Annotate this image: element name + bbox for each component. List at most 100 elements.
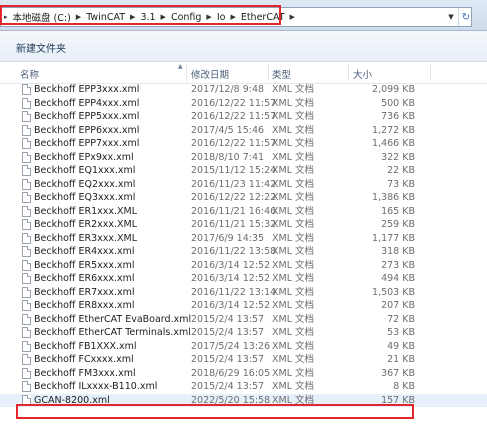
file-row[interactable]: Beckhoff EQ3xxx.xml 2016/12/22 12:22 XML 文… [0, 191, 487, 205]
file-date: 2016/3/14 12:52 [191, 259, 271, 271]
file-row[interactable]: Beckhoff EPx9xx.xml 2018/8/10 7:41 XML 文档 3… [0, 151, 487, 165]
file-row[interactable]: Beckhoff EQ1xxx.xml 2015/11/12 15:24 XML 文… [0, 164, 487, 178]
file-row[interactable]: Beckhoff FB1XXX.xml 2017/5/24 13:26 XML 文档… [0, 340, 487, 354]
file-type: XML 文档 [272, 246, 315, 257]
file-row[interactable]: Beckhoff ER7xxx.xml 2016/11/22 13:14 XML 文… [0, 286, 487, 300]
file-size: 500 KB [381, 97, 415, 109]
file-row[interactable]: Beckhoff FCxxxx.xml 2015/2/4 13:57 XML 文档 2… [0, 353, 487, 367]
file-row[interactable]: Beckhoff ER1xxx.XML 2016/11/21 16:46 XML 文… [0, 205, 487, 219]
file-name: GCAN-8200.xml [34, 394, 110, 406]
breadcrumb-io[interactable]: Io [215, 12, 228, 23]
file-name: Beckhoff FM3xxx.xml [34, 367, 136, 379]
file-row[interactable]: Beckhoff FM3xxx.xml 2018/6/29 16:05 XML 文档… [0, 367, 487, 381]
file-date: 2015/11/12 15:24 [191, 165, 277, 176]
file-size: 1,386 KB [372, 192, 415, 203]
file-date: 2016/11/21 16:46 [191, 205, 277, 217]
breadcrumb-config[interactable]: Config [169, 12, 203, 23]
file-row[interactable]: Beckhoff EQ2xxx.xml 2016/11/23 11:42 XML 文… [0, 178, 487, 192]
file-size: 165 KB [381, 205, 415, 217]
file-size: 322 KB [381, 151, 415, 163]
file-type: XML 文档 [272, 273, 315, 284]
column-date[interactable]: 修改日期 [191, 67, 229, 81]
file-size: 367 KB [381, 367, 415, 379]
file-type: XML 文档 [272, 340, 315, 352]
file-type: XML 文档 [272, 97, 315, 109]
column-divider[interactable] [430, 64, 431, 81]
file-row[interactable]: Beckhoff ER2xxx.XML 2016/11/21 15:32 XML 文… [0, 218, 487, 232]
breadcrumb-twincat[interactable]: TwinCAT [84, 12, 127, 23]
file-date: 2015/2/4 13:57 [191, 354, 265, 365]
file-name: Beckhoff ILxxxx-B110.xml [34, 381, 158, 392]
column-header: ▲ 名称 修改日期 类型 大小 [0, 62, 487, 84]
breadcrumb-separator[interactable]: ▶ [203, 13, 214, 21]
file-row[interactable]: Beckhoff EPP7xxx.xml 2016/12/22 11:57 XML … [0, 137, 487, 151]
file-row[interactable]: Beckhoff ER6xxx.xml 2016/3/14 12:52 XML 文档… [0, 272, 487, 286]
column-name[interactable]: 名称 [20, 67, 39, 81]
file-name: Beckhoff EPP3xxx.xml [34, 84, 140, 95]
column-divider[interactable] [186, 64, 187, 81]
file-date: 2018/6/29 16:05 [191, 367, 271, 379]
breadcrumb-separator[interactable]: ▶ [73, 13, 84, 21]
file-date: 2015/2/4 13:57 [191, 313, 265, 325]
breadcrumb-left-arrow[interactable]: ▸ [1, 13, 11, 21]
file-row[interactable]: Beckhoff EPP6xxx.xml 2017/4/5 15:46 XML 文档… [0, 124, 487, 138]
column-divider[interactable] [268, 64, 269, 81]
file-row[interactable]: Beckhoff ER8xxx.xml 2016/3/14 12:52 XML 文档… [0, 299, 487, 313]
xml-file-icon [22, 165, 31, 176]
new-folder-button[interactable]: 新建文件夹 [16, 40, 66, 55]
column-divider[interactable] [348, 64, 349, 81]
file-row[interactable]: Beckhoff EPP5xxx.xml 2016/12/22 11:57 XML … [0, 110, 487, 124]
file-size: 259 KB [381, 219, 415, 230]
breadcrumb-drive[interactable]: 本地磁盘 (C:) [11, 10, 73, 24]
address-bar[interactable]: ▸ 本地磁盘 (C:) ▶ TwinCAT ▶ 3.1 ▶ Config ▶ I… [0, 7, 472, 27]
file-type: XML 文档 [272, 151, 315, 163]
file-name: Beckhoff EQ2xxx.xml [34, 178, 136, 190]
file-size: 2,099 KB [372, 84, 415, 95]
xml-file-icon [22, 219, 31, 230]
file-row[interactable]: Beckhoff ILxxxx-B110.xml 2015/2/4 13:57 XM… [0, 380, 487, 394]
file-type: XML 文档 [272, 205, 315, 217]
chevron-down-icon[interactable]: ▼ [445, 8, 457, 26]
xml-file-icon [22, 84, 31, 95]
file-date: 2017/4/5 15:46 [191, 124, 265, 136]
file-list: Beckhoff EPP3xxx.xml 2017/12/8 9:48 XML 文档… [0, 83, 487, 407]
file-name: Beckhoff ER8xxx.xml [34, 300, 135, 311]
file-name: Beckhoff ER6xxx.xml [34, 273, 135, 284]
file-name: Beckhoff ER2xxx.XML [34, 219, 138, 230]
file-date: 2017/12/8 9:48 [191, 84, 265, 95]
breadcrumb-separator[interactable]: ▶ [227, 13, 238, 21]
address-bar-area: ▸ 本地磁盘 (C:) ▶ TwinCAT ▶ 3.1 ▶ Config ▶ I… [0, 0, 487, 31]
breadcrumb-separator[interactable]: ▶ [158, 13, 169, 21]
file-row[interactable]: Beckhoff ER5xxx.xml 2016/3/14 12:52 XML 文档… [0, 259, 487, 273]
breadcrumb-ethercat[interactable]: EtherCAT [239, 12, 287, 23]
file-row[interactable]: Beckhoff EPP4xxx.xml 2016/12/22 11:57 XML … [0, 97, 487, 111]
file-row[interactable]: GCAN-8200.xml 2022/5/20 15:58 XML 文档 157 KB [0, 393, 487, 407]
file-type: XML 文档 [272, 367, 315, 379]
refresh-icon[interactable]: ↻ [458, 8, 471, 26]
file-size: 1,466 KB [372, 138, 415, 149]
breadcrumb-version[interactable]: 3.1 [138, 12, 157, 23]
column-size[interactable]: 大小 [353, 67, 372, 81]
file-row[interactable]: Beckhoff EtherCAT EvaBoard.xml 2015/2/4 1… [0, 313, 487, 327]
xml-file-icon [22, 111, 31, 122]
file-row[interactable]: Beckhoff EPP3xxx.xml 2017/12/8 9:48 XML 文档… [0, 83, 487, 97]
xml-file-icon [22, 286, 31, 298]
file-date: 2016/11/23 11:42 [191, 178, 277, 190]
file-row[interactable]: Beckhoff ER4xxx.xml 2016/11/22 13:58 XML 文… [0, 245, 487, 259]
file-row[interactable]: Beckhoff ER3xxx.XML 2017/6/9 14:35 XML 文档 1… [0, 232, 487, 246]
file-row[interactable]: Beckhoff EtherCAT Terminals.xml 2015/2/4 … [0, 326, 487, 340]
file-type: XML 文档 [272, 111, 315, 122]
file-type: XML 文档 [272, 394, 315, 406]
file-size: 53 KB [387, 327, 415, 338]
column-type[interactable]: 类型 [272, 67, 291, 81]
file-name: Beckhoff EPP4xxx.xml [34, 97, 140, 109]
file-type: XML 文档 [272, 192, 315, 203]
file-type: XML 文档 [272, 138, 315, 149]
breadcrumb-separator[interactable]: ▶ [287, 13, 298, 21]
breadcrumb-separator[interactable]: ▶ [127, 13, 138, 21]
xml-file-icon [22, 97, 31, 109]
file-type: XML 文档 [272, 300, 315, 311]
file-type: XML 文档 [272, 232, 315, 244]
file-type: XML 文档 [272, 313, 315, 325]
xml-file-icon [22, 178, 31, 190]
